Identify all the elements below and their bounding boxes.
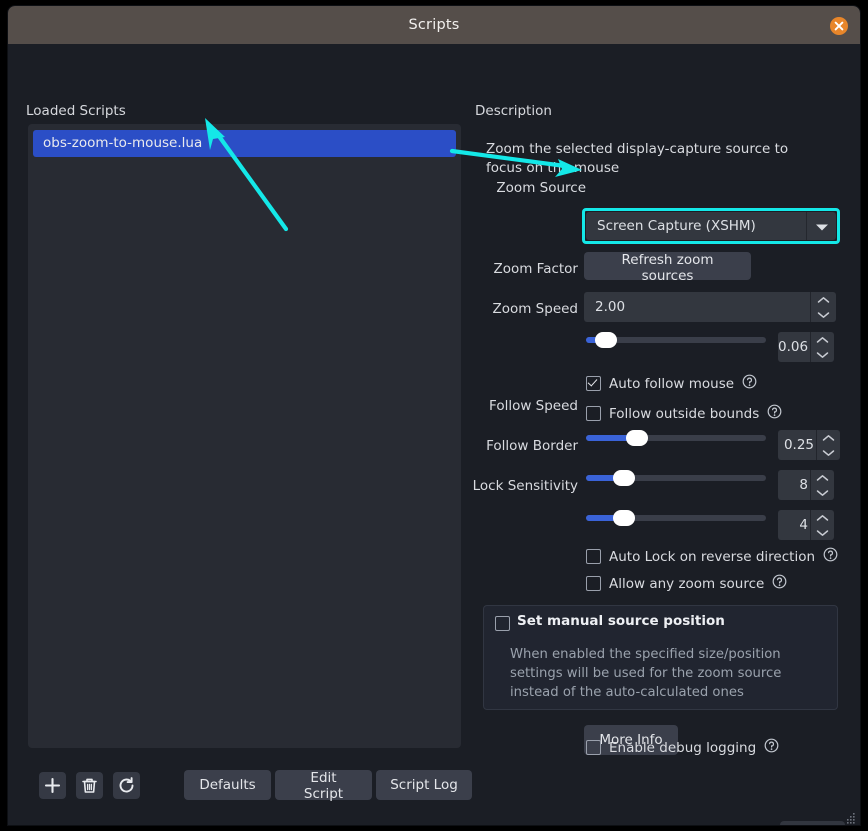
chevron-up-icon[interactable] [811,470,834,485]
manual-source-position-description: When enabled the specified size/position… [510,645,823,702]
enable-debug-logging-label: Enable debug logging [609,740,756,756]
allow-any-zoom-source-checkbox-row[interactable]: Allow any zoom source [586,574,787,593]
zoom-factor-spin-buttons[interactable] [810,292,836,322]
allow-any-zoom-source-checkbox[interactable] [586,576,601,591]
follow-border-slider[interactable] [586,469,766,487]
auto-follow-mouse-label: Auto follow mouse [609,376,734,392]
auto-follow-mouse-checkbox-row[interactable]: Auto follow mouse [586,374,757,393]
zoom-factor-value: 2.00 [584,292,625,322]
resize-grip-icon[interactable] [844,809,856,821]
chevron-down-icon[interactable] [817,445,840,460]
slider-handle[interactable] [613,470,635,486]
zoom-source-select[interactable]: Screen Capture (XSHM) [586,212,836,240]
reload-icon[interactable] [113,772,140,799]
enable-debug-logging-checkbox[interactable] [586,740,601,755]
set-manual-source-position-checkbox[interactable] [495,616,510,631]
description-text: Zoom the selected display-capture source… [486,140,828,178]
follow-outside-bounds-checkbox[interactable] [586,406,601,421]
follow-speed-spin-buttons[interactable] [816,430,840,460]
set-manual-source-position-label: Set manual source position [517,613,725,629]
zoom-source-label: Zoom Source [386,180,586,196]
zoom-source-value: Screen Capture (XSHM) [597,212,756,240]
auto-lock-reverse-checkbox[interactable] [586,549,601,564]
slider-handle[interactable] [613,510,635,526]
close-button[interactable]: Close [780,821,845,825]
lock-sensitivity-stepper[interactable]: 4 [778,510,834,540]
help-circle-icon[interactable] [772,574,787,593]
chevron-up-icon[interactable] [817,430,840,445]
follow-border-stepper[interactable]: 8 [778,470,834,500]
title-bar[interactable]: Scripts [8,6,860,44]
chevron-down-icon[interactable] [811,347,834,362]
help-circle-icon[interactable] [767,404,782,423]
list-item[interactable]: obs-zoom-to-mouse.lua [33,130,456,157]
zoom-factor-stepper[interactable]: 2.00 [584,292,836,322]
follow-speed-stepper[interactable]: 0.25 [778,430,840,460]
follow-border-value: 8 [778,470,808,500]
lock-sensitivity-spin-buttons[interactable] [810,510,834,540]
chevron-down-icon[interactable] [811,485,834,500]
follow-speed-value: 0.25 [778,430,814,460]
follow-outside-bounds-label: Follow outside bounds [609,406,759,422]
zoom-speed-spin-buttons[interactable] [810,332,834,362]
auto-lock-reverse-checkbox-row[interactable]: Auto Lock on reverse direction [586,547,838,566]
refresh-zoom-sources-button[interactable]: Refresh zoom sources [584,252,751,280]
follow-border-label: Follow Border [378,438,578,454]
trash-icon[interactable] [76,772,103,799]
slider-handle[interactable] [626,430,648,446]
follow-border-spin-buttons[interactable] [810,470,834,500]
zoom-speed-label: Zoom Speed [378,301,578,317]
allow-any-zoom-source-label: Allow any zoom source [609,576,764,592]
zoom-factor-label: Zoom Factor [378,261,578,277]
manual-source-position-group: Set manual source position When enabled … [483,605,838,710]
loaded-scripts-label: Loaded Scripts [26,103,126,119]
chevron-up-icon[interactable] [811,292,836,307]
chevron-down-icon[interactable] [806,212,836,240]
lock-sensitivity-slider[interactable] [586,509,766,527]
follow-speed-slider[interactable] [586,429,766,447]
help-circle-icon[interactable] [823,547,838,566]
script-log-button[interactable]: Script Log [376,770,472,800]
lock-sensitivity-value: 4 [778,510,808,540]
help-circle-icon[interactable] [764,738,779,757]
defaults-button[interactable]: Defaults [184,770,271,800]
auto-follow-mouse-checkbox[interactable] [586,376,601,391]
zoom-speed-slider[interactable] [586,331,766,349]
chevron-up-icon[interactable] [811,510,834,525]
description-label: Description [475,103,552,119]
scripts-dialog-window: Scripts Loaded Scripts obs-zoom-to-mouse… [8,6,860,825]
zoom-speed-stepper[interactable]: 0.06 [778,332,834,362]
follow-speed-label: Follow Speed [378,398,578,414]
chevron-down-icon[interactable] [811,525,834,540]
help-circle-icon[interactable] [742,374,757,393]
slider-handle[interactable] [595,332,617,348]
zoom-speed-value: 0.06 [778,332,808,362]
enable-debug-logging-checkbox-row[interactable]: Enable debug logging [586,738,779,757]
window-title: Scripts [8,6,860,44]
follow-outside-bounds-checkbox-row[interactable]: Follow outside bounds [586,404,782,423]
edit-script-button[interactable]: Edit Script [275,770,372,800]
plus-icon[interactable] [39,772,66,799]
chevron-up-icon[interactable] [811,332,834,347]
chevron-down-icon[interactable] [811,307,836,322]
close-icon[interactable] [830,17,848,35]
dialog-body: Loaded Scripts obs-zoom-to-mouse.lua Def… [8,44,860,825]
loaded-scripts-list[interactable]: obs-zoom-to-mouse.lua [28,124,461,748]
lock-sensitivity-label: Lock Sensitivity [378,478,578,494]
auto-lock-reverse-label: Auto Lock on reverse direction [609,549,815,565]
